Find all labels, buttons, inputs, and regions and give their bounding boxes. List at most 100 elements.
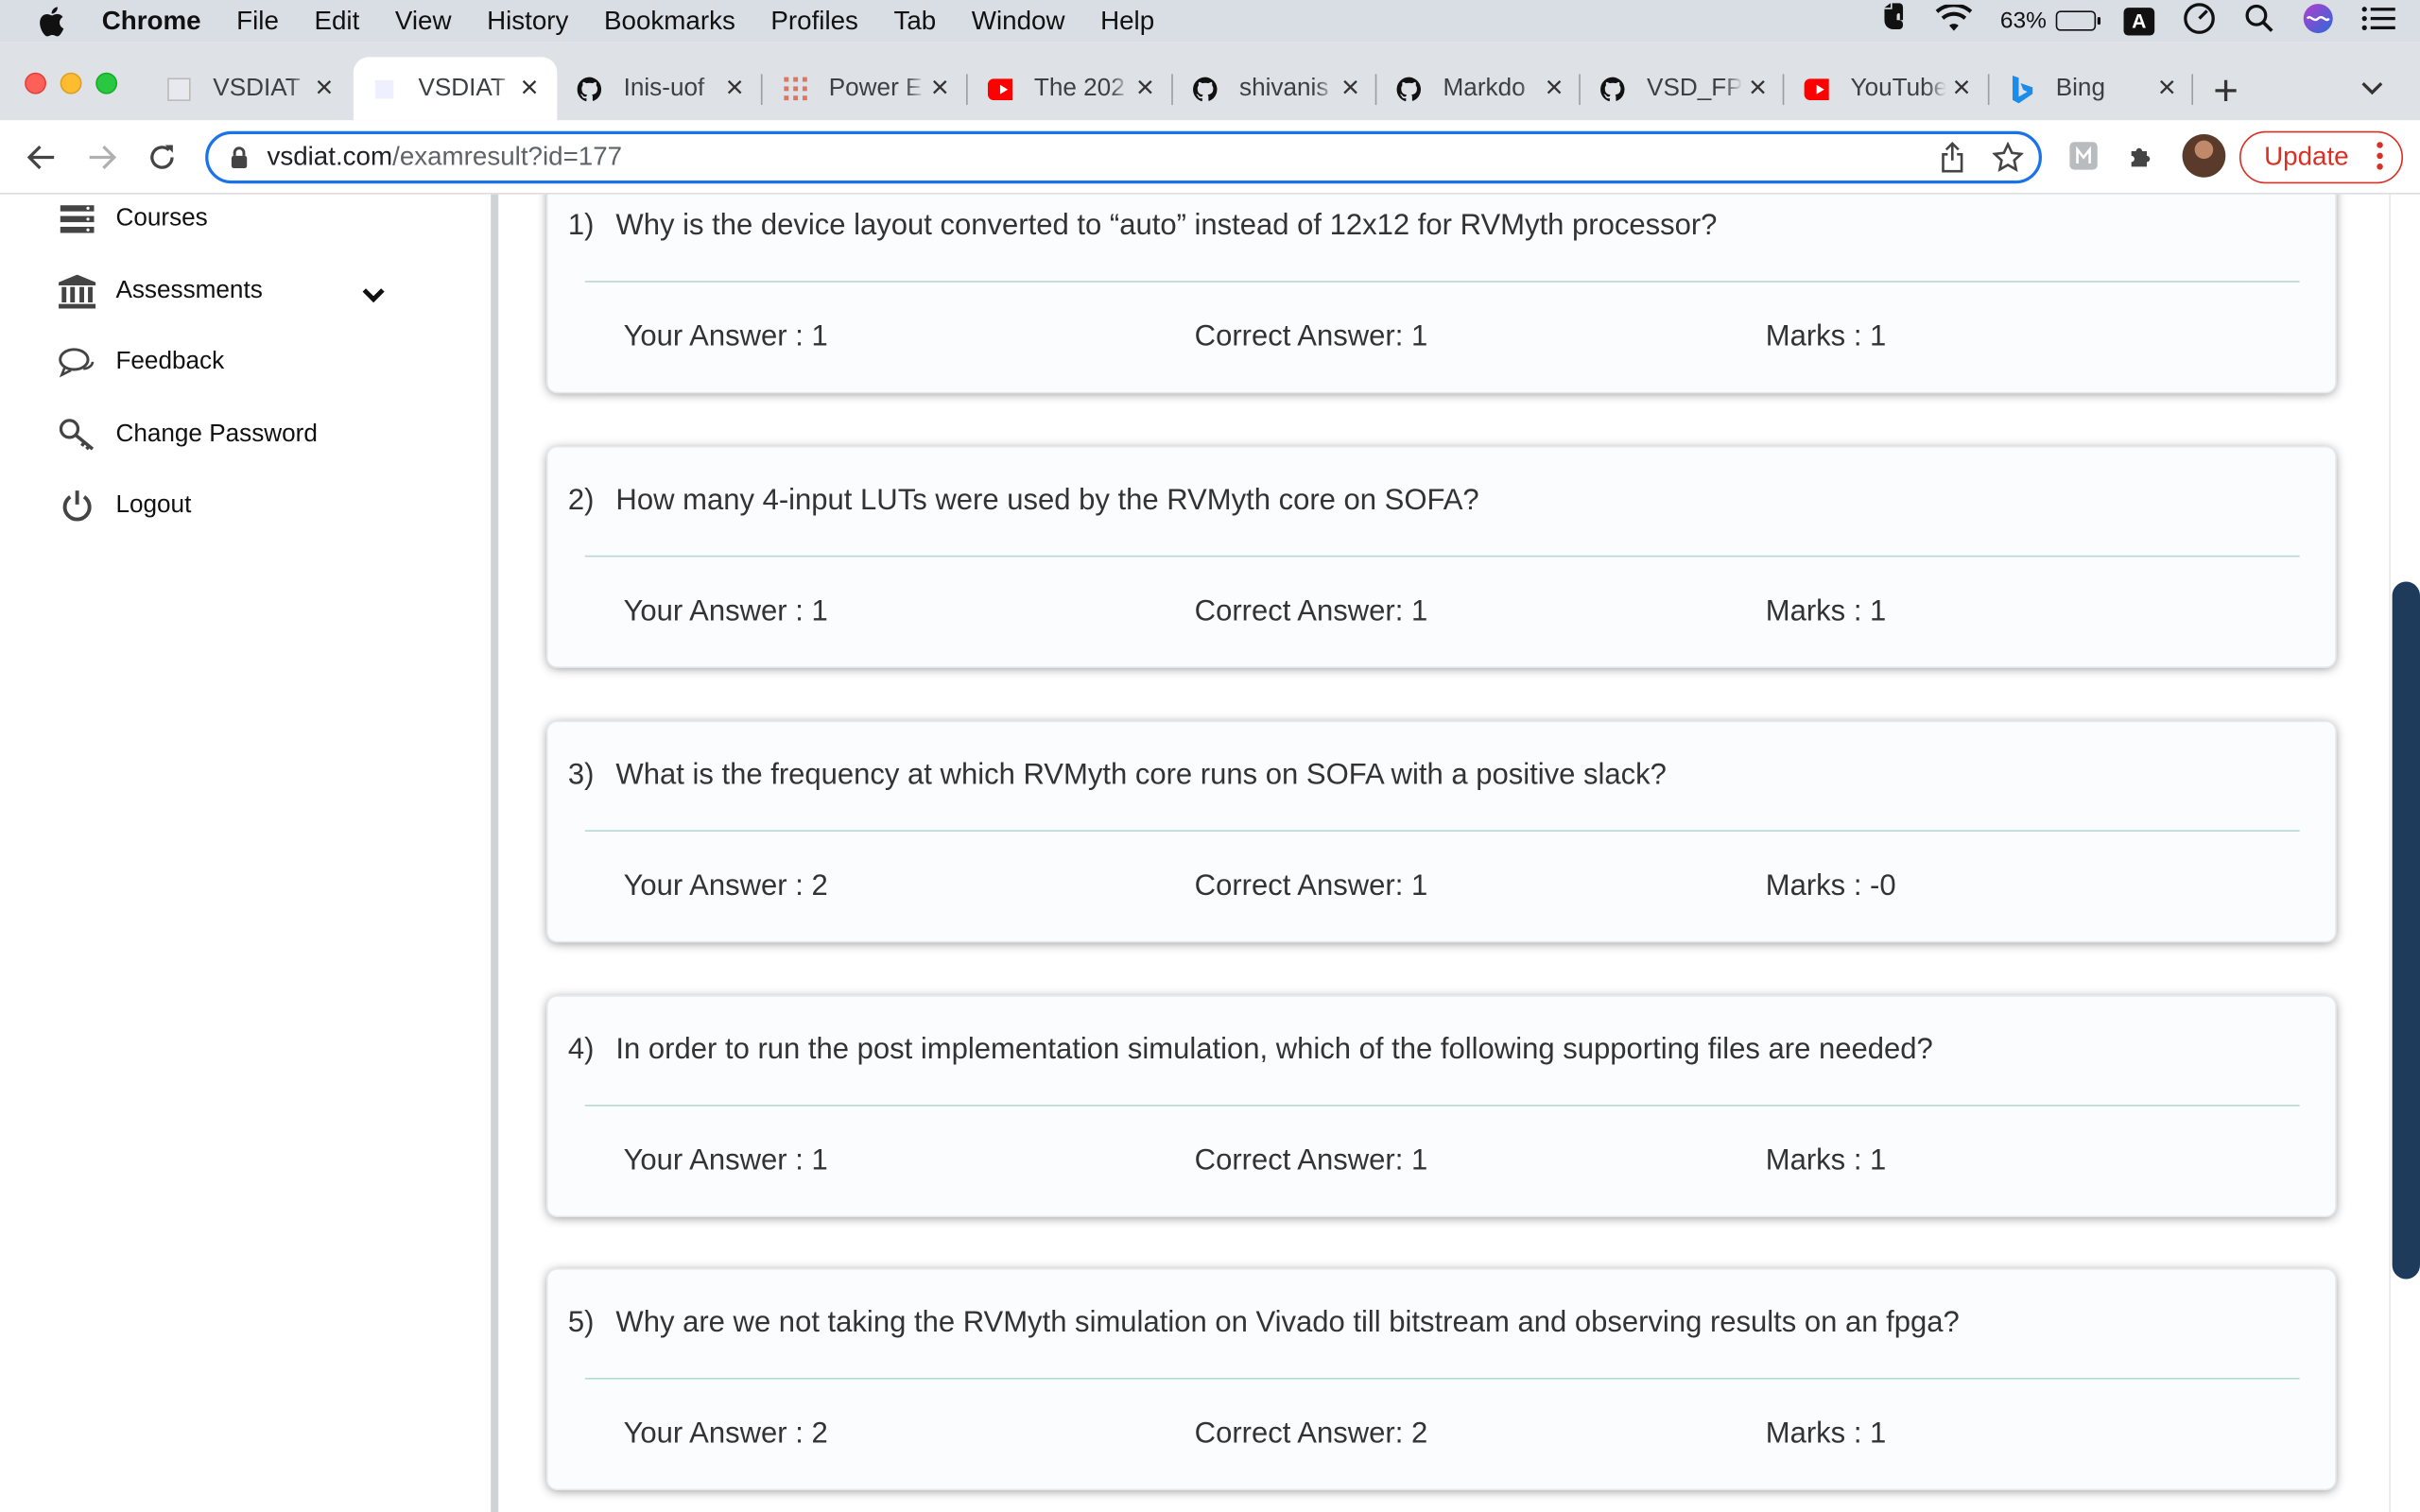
sidebar-item-feedback[interactable]: Feedback [59, 341, 224, 385]
browser-toolbar: vsdiat.com/examresult?id=177 Update [0, 120, 2420, 195]
url-path: /examresult?id=177 [392, 142, 623, 172]
card-divider [584, 830, 2300, 832]
tab-close-icon[interactable]: × [1539, 71, 1570, 107]
key-icon [59, 418, 95, 452]
sidebar-item-change-password[interactable]: Change Password [59, 414, 318, 457]
sidebar-item-logout[interactable]: Logout [59, 485, 191, 528]
tab-label: YouTube [1850, 75, 1946, 101]
evernote-icon[interactable] [1880, 2, 1908, 39]
spotlight-search-icon[interactable] [2244, 2, 2275, 39]
card-divider [584, 1104, 2300, 1107]
input-source-icon[interactable]: A [2123, 7, 2155, 35]
tab-separator [760, 74, 763, 106]
update-label: Update [2264, 142, 2349, 172]
profile-avatar[interactable] [2182, 134, 2226, 178]
tab-label: The 202 [1033, 75, 1125, 101]
menu-history[interactable]: History [487, 6, 568, 37]
marks: Marks : 1 [1765, 1144, 1887, 1177]
speedometer-icon[interactable] [2183, 1, 2217, 41]
battery-icon [2055, 10, 2101, 31]
menu-help[interactable]: Help [1100, 6, 1154, 37]
github-icon [1396, 76, 1422, 101]
your-answer: Your Answer : 1 [623, 320, 828, 353]
menu-edit[interactable]: Edit [314, 6, 359, 37]
menu-bookmarks[interactable]: Bookmarks [604, 6, 735, 37]
update-button[interactable]: Update [2238, 130, 2404, 184]
control-center-icon[interactable] [2361, 4, 2395, 38]
correct-answer: Correct Answer: 2 [1194, 1418, 1428, 1451]
question-number: 2) [567, 484, 595, 517]
sidebar-item-courses[interactable]: Courses [59, 198, 208, 241]
tab-powerbi[interactable]: Power E × [764, 57, 968, 120]
your-answer: Your Answer : 2 [623, 869, 828, 903]
menu-window[interactable]: Window [972, 6, 1065, 37]
tab-bing[interactable]: Bing × [1991, 57, 2195, 120]
sidebar-item-label: Feedback [115, 348, 225, 375]
tab-close-icon[interactable]: × [1742, 71, 1773, 107]
question-number: 1) [567, 210, 595, 243]
tab-vsdiat-2[interactable]: VSDIAT × [353, 57, 558, 121]
tab-close-icon[interactable]: × [1130, 71, 1161, 107]
question: 4) In order to run the post implementati… [568, 1034, 1933, 1068]
tab-youtube-2[interactable]: YouTube × [1786, 57, 1990, 120]
extension-icon[interactable] [2068, 141, 2100, 180]
tab-search-chevron-icon[interactable] [2361, 76, 2383, 103]
menu-app-name[interactable]: Chrome [102, 6, 201, 37]
question-number: 3) [567, 759, 595, 792]
chevron-down-icon[interactable] [361, 284, 386, 311]
tab-label: Markdo [1443, 75, 1526, 101]
tab-github-markdown[interactable]: Markdo × [1378, 57, 1582, 120]
bookmark-star-icon[interactable] [1992, 141, 2025, 180]
share-icon[interactable] [1940, 141, 1964, 180]
tab-close-icon[interactable]: × [1335, 71, 1366, 107]
tab-youtube-1[interactable]: The 202 × [969, 57, 1173, 120]
close-window-button[interactable] [25, 72, 46, 94]
menu-profiles[interactable]: Profiles [770, 6, 858, 37]
sidebar-item-assessments[interactable]: Assessments [59, 270, 263, 314]
vsdiat-icon [372, 77, 396, 101]
tab-github-inis[interactable]: Inis-uof × [559, 57, 763, 120]
siri-icon[interactable] [2303, 2, 2334, 39]
address-bar[interactable]: vsdiat.com/examresult?id=177 [205, 130, 2042, 184]
new-tab-plus-icon[interactable]: + [2213, 66, 2238, 115]
tab-github-shivanis[interactable]: shivanis × [1174, 57, 1378, 120]
apple-logo-icon[interactable] [37, 6, 68, 37]
tab-github-vsdfp[interactable]: VSD_FP × [1582, 57, 1786, 120]
battery-percent: 63% [1999, 8, 2047, 34]
minimize-window-button[interactable] [60, 72, 82, 94]
back-arrow-icon[interactable] [23, 139, 60, 176]
tab-label: VSD_FP [1647, 75, 1743, 101]
tab-close-icon[interactable]: × [719, 71, 751, 107]
menu-file[interactable]: File [236, 6, 279, 37]
correct-answer: Correct Answer: 1 [1194, 869, 1428, 903]
browser-tabstrip: VSDIAT × VSDIAT × Inis-uof × Power E × T… [0, 42, 2420, 121]
wifi-icon[interactable] [1935, 2, 1973, 38]
status-area: 63% A [1880, 0, 2395, 42]
tab-close-icon[interactable]: × [514, 71, 545, 107]
exam-results: 1) Why is the device layout converted to… [498, 194, 2390, 1512]
menu-view[interactable]: View [395, 6, 452, 37]
menu-tab[interactable]: Tab [893, 6, 936, 37]
lock-icon[interactable] [230, 146, 249, 168]
tab-close-icon[interactable]: × [925, 71, 956, 107]
result-card: 5) Why are we not taking the RVMyth simu… [547, 1269, 2336, 1489]
battery-status[interactable]: 63% [1999, 8, 2101, 34]
page-scrollbar-thumb[interactable] [2392, 581, 2420, 1280]
marks: Marks : -0 [1765, 869, 1896, 903]
reload-icon[interactable] [144, 139, 181, 176]
tab-close-icon[interactable]: × [1946, 71, 1978, 107]
tab-vsdiat-1[interactable]: VSDIAT × [148, 57, 353, 120]
more-menu-icon[interactable] [2377, 142, 2383, 170]
card-divider [584, 281, 2300, 283]
zoom-window-button[interactable] [95, 72, 118, 94]
marks: Marks : 1 [1765, 595, 1887, 628]
result-card: 3) What is the frequency at which RVMyth… [547, 722, 2336, 941]
courses-icon [59, 202, 95, 236]
tab-separator [966, 74, 968, 106]
puzzle-extensions-icon[interactable] [2127, 141, 2158, 180]
tab-close-icon[interactable]: × [2152, 71, 2183, 107]
tab-separator [1579, 74, 1581, 106]
forward-arrow-icon[interactable] [83, 139, 120, 176]
tab-close-icon[interactable]: × [309, 71, 340, 107]
url-text[interactable]: vsdiat.com/examresult?id=177 [267, 142, 622, 173]
